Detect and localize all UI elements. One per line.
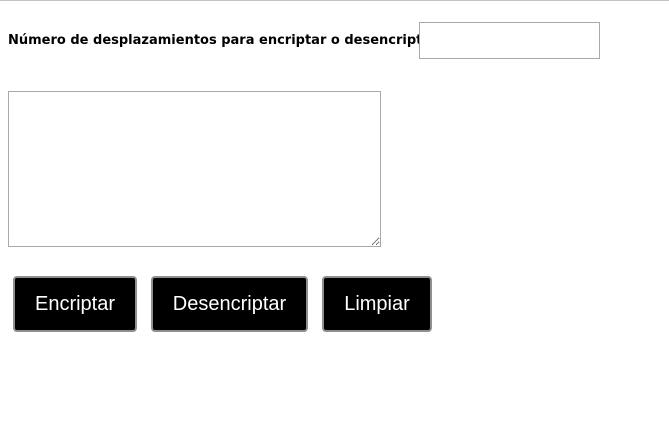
top-divider [0,0,669,1]
message-textarea[interactable] [8,91,381,247]
decrypt-button[interactable]: Desencriptar [151,276,308,332]
cipher-page: Número de desplazamientos para encriptar… [0,0,669,429]
shift-count-label: Número de desplazamientos para encriptar… [8,33,438,48]
clear-button[interactable]: Limpiar [322,276,432,332]
shift-count-input[interactable] [419,22,600,59]
encrypt-button[interactable]: Encriptar [13,276,137,332]
